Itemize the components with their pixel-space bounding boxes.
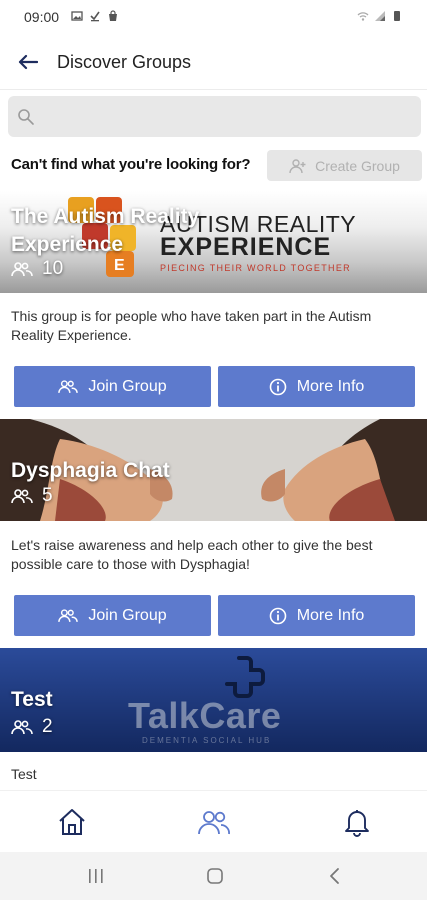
group-title-line1: The Autism Reality [11, 205, 200, 228]
group-title: The Autism Reality Experience [11, 203, 199, 259]
member-count-value: 5 [42, 485, 53, 506]
search-icon [18, 109, 34, 125]
status-bar: 09:00 [0, 0, 427, 34]
members-icon [58, 609, 79, 622]
member-count: 10 [11, 258, 63, 280]
search-box[interactable] [8, 96, 421, 137]
recents-button[interactable] [84, 865, 108, 887]
members-icon [11, 720, 33, 735]
cant-find-prompt: Can't find what you're looking for? [11, 156, 251, 173]
member-count: 2 [11, 716, 53, 738]
join-group-label: Join Group [88, 606, 167, 624]
group-banner-test[interactable]: TalkCare DEMENTIA SOCIAL HUB Test 2 [0, 648, 427, 752]
join-group-button[interactable]: Join Group [14, 595, 211, 636]
group-title: Test [11, 688, 53, 711]
chevron-left-icon [330, 868, 339, 884]
join-group-button[interactable]: Join Group [14, 366, 211, 407]
member-count-value: 2 [42, 716, 53, 737]
page-title: Discover Groups [57, 52, 192, 72]
home-button[interactable] [203, 865, 227, 887]
group-description: Test [11, 766, 37, 782]
recents-icon [89, 869, 103, 883]
members-icon [11, 262, 33, 277]
create-group-label: Create Group [315, 157, 400, 174]
app-header: Discover Groups [0, 34, 427, 90]
members-icon [58, 380, 79, 393]
member-count-value: 10 [42, 258, 64, 279]
home-square-icon [207, 868, 223, 884]
check-icon [90, 11, 100, 22]
status-system [357, 10, 403, 22]
more-info-label: More Info [296, 377, 365, 395]
svg-text:E: E [114, 257, 125, 274]
search-input[interactable] [42, 96, 412, 137]
status-time: 09:00 [24, 9, 60, 25]
join-group-label: Join Group [88, 377, 167, 395]
group-title: Dysphagia Chat [11, 459, 170, 482]
more-info-button[interactable]: More Info [218, 366, 415, 407]
add-person-icon [289, 158, 306, 173]
group-description: Let's raise awareness and help each othe… [11, 537, 373, 572]
more-info-button[interactable]: More Info [218, 595, 415, 636]
group-description: This group is for people who have taken … [11, 308, 372, 343]
member-count: 5 [11, 485, 53, 507]
signal-icon [375, 11, 385, 21]
talkcare-logo [225, 656, 265, 698]
members-icon [11, 489, 33, 504]
home-icon [59, 809, 85, 835]
system-back-button[interactable] [323, 865, 347, 887]
groups-icon [198, 811, 230, 835]
group-banner-dysphagia[interactable]: Dysphagia Chat 5 [0, 419, 427, 521]
group-title-line2: Experience [11, 233, 124, 256]
group-banner-autism[interactable]: E AUTISM REALITY EXPERIENCE PIECING THEI… [0, 191, 427, 293]
image-icon [71, 11, 83, 21]
bell-icon [345, 810, 369, 837]
info-icon [269, 607, 287, 624]
bag-icon [109, 10, 117, 21]
wifi-icon [357, 12, 369, 21]
nav-groups[interactable] [197, 805, 231, 839]
info-icon [269, 378, 287, 395]
banner-tagline: PIECING THEIR WORLD TOGETHER [160, 263, 351, 273]
status-notifications [71, 10, 119, 22]
more-info-label: More Info [296, 606, 365, 624]
back-button[interactable] [14, 48, 42, 76]
bottom-nav [0, 790, 427, 852]
banner-brand: TalkCare [128, 695, 282, 736]
banner-brand-sub: DEMENTIA SOCIAL HUB [142, 736, 272, 745]
nav-home[interactable] [55, 805, 89, 839]
system-nav-bar [0, 852, 427, 900]
create-group-button[interactable]: Create Group [267, 150, 422, 181]
battery-icon [394, 11, 400, 21]
arrow-left-icon [18, 54, 38, 70]
nav-notifications[interactable] [340, 805, 374, 839]
